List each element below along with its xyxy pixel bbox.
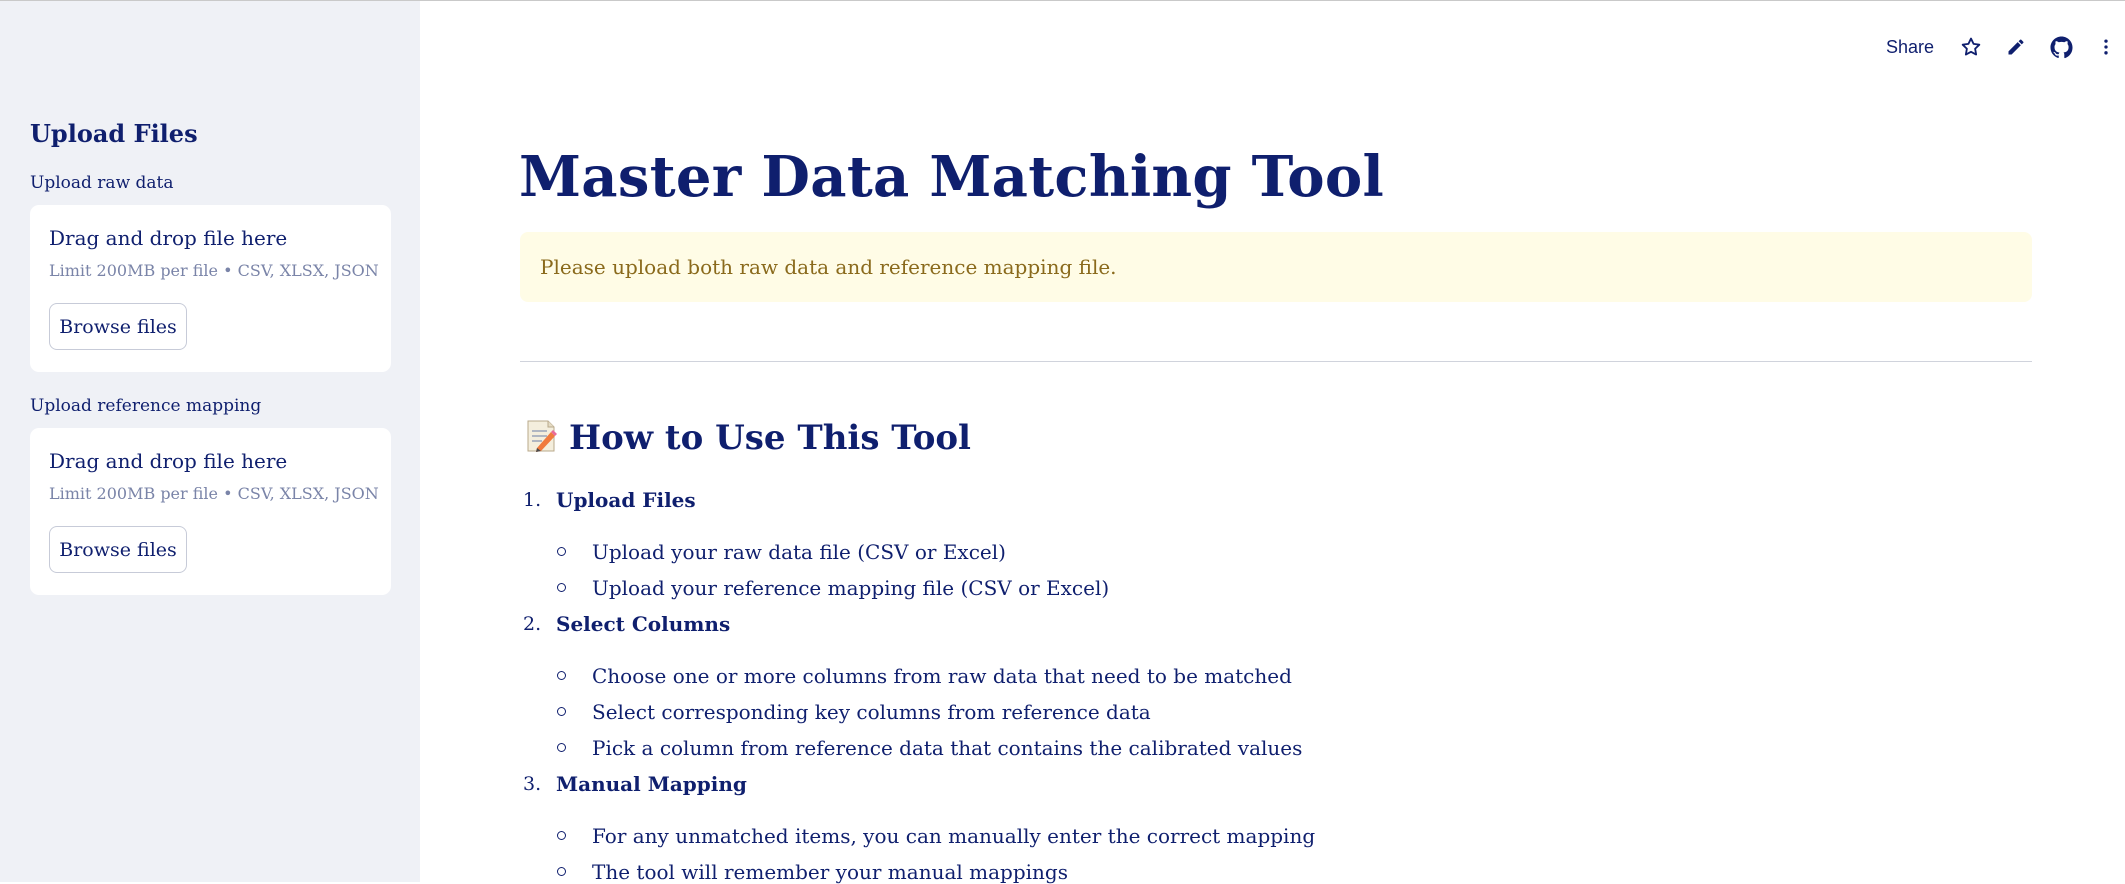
list-item: Upload your raw data file (CSV or Excel) <box>592 540 1006 564</box>
page-title: Master Data Matching Tool <box>519 144 1385 210</box>
divider <box>520 361 2032 362</box>
list-item: Pick a column from reference data that c… <box>592 736 1303 760</box>
alert-text: Please upload both raw data and referenc… <box>540 255 1117 279</box>
memo-icon <box>525 418 557 458</box>
step-title: Upload Files <box>556 488 696 512</box>
bullet-icon <box>557 707 566 716</box>
pencil-icon[interactable] <box>2003 34 2029 60</box>
step-title: Select Columns <box>556 612 731 636</box>
dropzone-limit: Limit 200MB per file • CSV, XLSX, JSON <box>49 261 379 280</box>
warning-alert: Please upload both raw data and referenc… <box>520 232 2032 302</box>
list-item: Upload your reference mapping file (CSV … <box>592 576 1110 600</box>
list-item: For any unmatched items, you can manuall… <box>592 824 1316 848</box>
bullet-icon <box>557 831 566 840</box>
github-icon[interactable] <box>2048 34 2074 60</box>
share-button[interactable]: Share <box>1886 37 1934 58</box>
sidebar-title: Upload Files <box>30 119 198 148</box>
step-number: 2. <box>523 613 542 635</box>
list-item: Select corresponding key columns from re… <box>592 700 1151 724</box>
more-vertical-icon[interactable] <box>2093 34 2119 60</box>
browse-raw-data-button[interactable]: Browse files <box>49 303 187 350</box>
raw-data-dropzone[interactable]: Drag and drop file here Limit 200MB per … <box>30 205 391 372</box>
dropzone-title: Drag and drop file here <box>49 449 288 473</box>
bullet-icon <box>557 743 566 752</box>
howto-heading: How to Use This Tool <box>525 418 971 458</box>
reference-mapping-dropzone[interactable]: Drag and drop file here Limit 200MB per … <box>30 428 391 595</box>
top-toolbar: Share <box>1886 30 2125 64</box>
raw-data-label: Upload raw data <box>30 173 174 193</box>
step-number: 1. <box>523 489 542 511</box>
step-number: 3. <box>523 773 542 795</box>
star-icon[interactable] <box>1958 34 1984 60</box>
bullet-icon <box>557 547 566 556</box>
sidebar: Upload Files Upload raw data Drag and dr… <box>0 1 420 882</box>
browse-reference-mapping-button[interactable]: Browse files <box>49 526 187 573</box>
list-item: Choose one or more columns from raw data… <box>592 664 1292 688</box>
dropzone-title: Drag and drop file here <box>49 226 288 250</box>
bullet-icon <box>557 583 566 592</box>
dropzone-limit: Limit 200MB per file • CSV, XLSX, JSON <box>49 484 379 503</box>
bullet-icon <box>557 671 566 680</box>
list-item: The tool will remember your manual mappi… <box>592 860 1068 884</box>
bullet-icon <box>557 867 566 876</box>
reference-mapping-label: Upload reference mapping <box>30 396 262 416</box>
howto-title: How to Use This Tool <box>569 418 971 458</box>
step-title: Manual Mapping <box>556 772 747 796</box>
